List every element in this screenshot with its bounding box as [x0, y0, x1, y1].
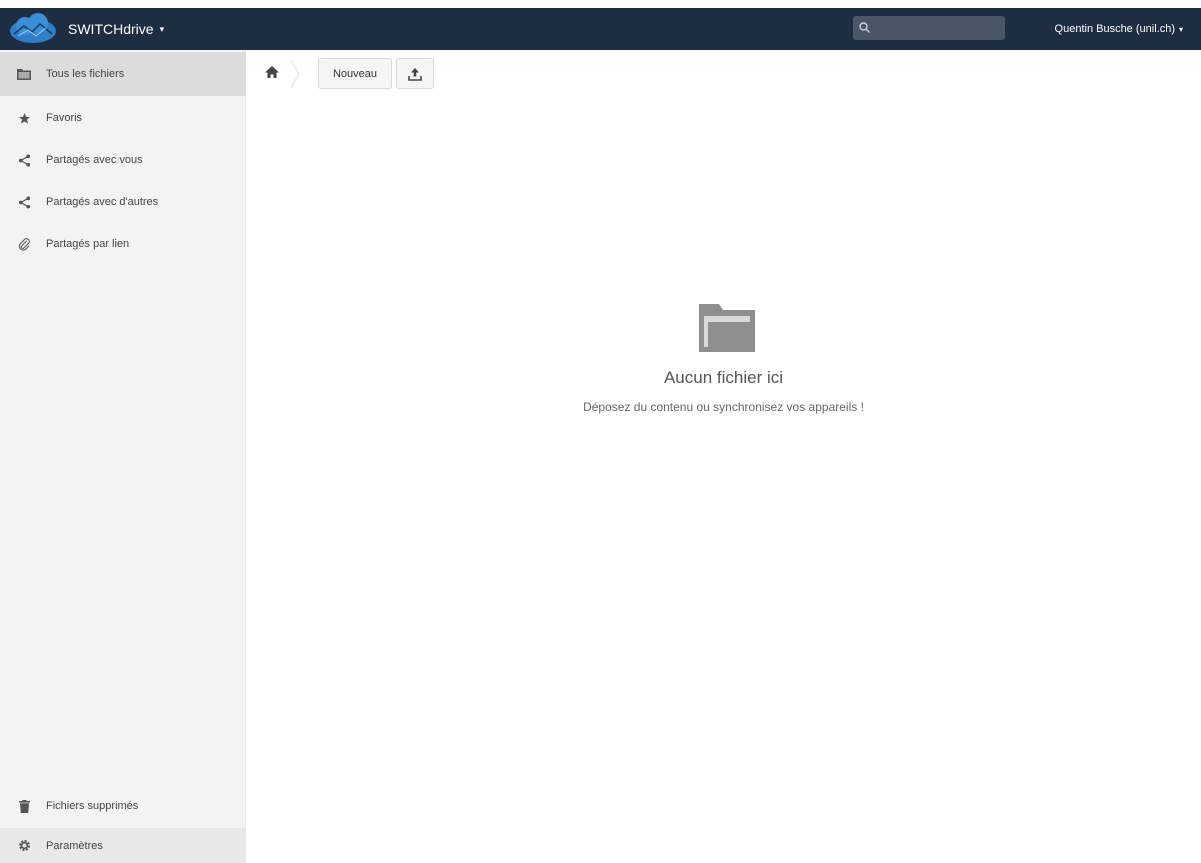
chevron-down-icon: ▾ [159, 23, 165, 34]
sidebar: Tous les fichiers Favoris Partagés avec … [0, 50, 246, 863]
sidebar-item-all-files[interactable]: Tous les fichiers [0, 52, 246, 96]
upload-button[interactable] [396, 58, 434, 89]
empty-folder-icon [699, 304, 755, 352]
star-icon [17, 111, 31, 125]
user-menu-toggle[interactable]: Quentin Busche (unil.ch) ▾ [1055, 8, 1183, 50]
trash-icon [17, 799, 31, 813]
sidebar-item-label: Fichiers supprimés [46, 800, 139, 812]
header-bar: SWITCHdrive ▾ Quentin Busche (unil.ch) ▾ [0, 8, 1201, 50]
empty-state: Aucun fichier ici Déposez du contenu ou … [246, 296, 1201, 436]
chevron-down-icon: ▾ [1178, 24, 1183, 34]
share-icon [17, 153, 31, 167]
sidebar-item-label: Favoris [46, 112, 83, 124]
cloud-logo-icon[interactable] [8, 12, 58, 46]
sidebar-item-label: Partagés par lien [46, 238, 130, 250]
search-input[interactable] [853, 16, 1005, 40]
gear-icon [17, 839, 31, 853]
user-name: Quentin Busche (unil.ch) [1054, 23, 1175, 35]
folder-icon [17, 67, 31, 81]
sidebar-item-label: Partagés avec vous [46, 154, 143, 166]
app-name: SWITCHdrive [68, 21, 154, 37]
sidebar-item-trash[interactable]: Fichiers supprimés [0, 784, 246, 828]
home-icon[interactable] [264, 64, 280, 80]
sidebar-item-shared-with-others[interactable]: Partagés avec d'autres [0, 180, 246, 224]
sidebar-item-settings[interactable]: Paramètres [0, 828, 246, 863]
top-strip [0, 0, 1201, 8]
link-icon [17, 237, 31, 251]
empty-state-title: Aucun fichier ici [663, 368, 784, 387]
breadcrumb-separator-icon [290, 60, 300, 88]
empty-state-subtitle: Déposez du contenu ou synchronisez vos a… [583, 400, 864, 414]
sidebar-item-shared-with-you[interactable]: Partagés avec vous [0, 138, 246, 182]
upload-icon [408, 67, 422, 81]
sidebar-item-label: Paramètres [46, 839, 103, 852]
sidebar-item-favorites[interactable]: Favoris [0, 96, 246, 140]
app-menu-toggle[interactable]: SWITCHdrive ▾ [68, 8, 164, 50]
sidebar-item-label: Partagés avec d'autres [46, 196, 159, 208]
sidebar-item-label: Tous les fichiers [46, 68, 125, 80]
sidebar-item-shared-by-link[interactable]: Partagés par lien [0, 222, 246, 266]
new-button[interactable]: Nouveau [318, 58, 392, 89]
breadcrumb: Nouveau [246, 50, 1201, 96]
share-icon [17, 195, 31, 209]
